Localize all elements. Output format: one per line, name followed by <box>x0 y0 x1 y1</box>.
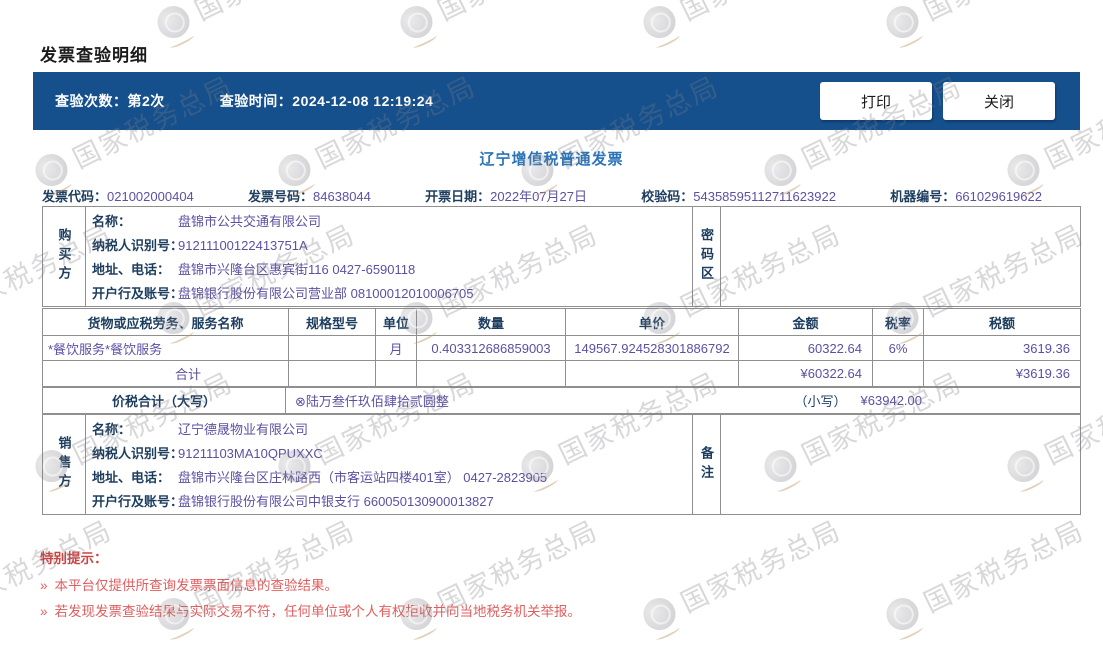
buyer-side-cell: 购买方 <box>42 206 86 307</box>
invoice-number: 发票号码：84638044 <box>248 189 371 204</box>
seller-side-label: 销售方 <box>56 436 72 493</box>
page: 发票查验明细 查验次数： 第2次 查验时间： 2024-12-08 12:19:… <box>0 0 1103 645</box>
item-amount: 60322.64 <box>738 335 873 361</box>
items-header-row: 货物或应税劳务、服务名称 规格型号 单位 数量 单价 金额 税率 税额 <box>42 308 1081 336</box>
item-row: *餐饮服务*餐饮服务 月 0.403312686859003 149567.92… <box>42 335 1081 361</box>
check-count: 查验次数： 第2次 <box>55 91 165 111</box>
topbar-buttons: 打印 关闭 <box>820 82 1055 120</box>
item-unit-price: 149567.924528301886792 <box>565 335 739 361</box>
buyer-side-label: 购买方 <box>56 228 72 285</box>
bullet-icon: » <box>40 578 48 593</box>
items-total-quantity <box>416 360 566 387</box>
col-header-amount: 金额 <box>738 308 873 336</box>
seller-taxid-row: 纳税人识别号：91211103MA10QPUXXC <box>92 446 323 461</box>
close-button[interactable]: 关闭 <box>943 82 1055 120</box>
items-table: 货物或应税劳务、服务名称 规格型号 单位 数量 单价 金额 税率 税额 *餐饮服… <box>42 308 1081 387</box>
buyer-name-row: 名称： 盘锦市公共交通有限公司 <box>92 214 322 229</box>
check-count-label: 查验次数： <box>55 93 128 109</box>
item-tax: 3619.36 <box>923 335 1081 361</box>
machine-number: 机器编号：661029619622 <box>890 189 1042 204</box>
remark-label-cell: 备注 <box>692 414 721 515</box>
items-total-amount: ¥60322.64 <box>738 360 873 387</box>
item-unit: 月 <box>375 335 417 361</box>
notice-item-2: » 若发现发票查验结果与实际交易不符，任何单位或个人有权拒收并向当地税务机关举报。 <box>40 604 582 619</box>
items-total-unit <box>375 360 417 387</box>
seller-side-cell: 销售方 <box>42 414 86 515</box>
seller-name-row: 名称： 辽宁德晟物业有限公司 <box>92 422 309 437</box>
amount-in-words: ⊗陆万叁仟玖佰肆拾贰圆整 <box>295 394 449 409</box>
topbar: 查验次数： 第2次 查验时间： 2024-12-08 12:19:24 打印 关… <box>33 72 1080 130</box>
notice-item-1: » 本平台仅提供所查询发票票面信息的查验结果。 <box>40 578 339 593</box>
amount-numeric-label: （小写） <box>794 394 847 409</box>
items-total-tax: ¥3619.36 <box>923 360 1081 387</box>
check-time: 查验时间： 2024-12-08 12:19:24 <box>220 91 434 111</box>
item-name: *餐饮服务*餐饮服务 <box>42 335 289 361</box>
invoice-meta-row: 发票代码：021002000404 发票号码：84638044 开票日期：202… <box>42 186 1042 205</box>
print-button[interactable]: 打印 <box>820 82 932 120</box>
items-total-row: 合计 ¥60322.64 ¥3619.36 <box>42 360 1081 387</box>
grand-total-label: 价税合计（大写） <box>42 387 286 414</box>
col-header-tax: 税额 <box>923 308 1081 336</box>
password-area-label: 密码区 <box>699 228 714 285</box>
seller-table: 销售方 名称： 辽宁德晟物业有限公司 纳税人识别号：91211103MA10QPU… <box>42 414 1081 515</box>
invoice-title: 辽宁增值税普通发票 <box>479 151 624 168</box>
buyer-taxid-row: 纳税人识别号：91211100122413751A <box>92 238 308 253</box>
items-total-label: 合计 <box>42 360 289 387</box>
notice-title: 特别提示： <box>40 551 108 566</box>
col-header-unit-price: 单价 <box>565 308 739 336</box>
password-area-cell <box>720 206 1081 307</box>
item-tax-rate: 6% <box>872 335 924 361</box>
seller-info-cell: 名称： 辽宁德晟物业有限公司 纳税人识别号：91211103MA10QPUXXC … <box>85 414 693 515</box>
col-header-quantity: 数量 <box>416 308 566 336</box>
remark-label: 备注 <box>699 445 714 484</box>
invoice-code: 发票代码：021002000404 <box>42 189 194 204</box>
password-area-label-cell: 密码区 <box>692 206 721 307</box>
bullet-icon: » <box>40 604 48 619</box>
notice: 特别提示： » 本平台仅提供所查询发票票面信息的查验结果。 » 若发现发票查验结果与… <box>40 547 581 619</box>
page-title: 发票查验明细 <box>40 46 148 65</box>
remark-cell <box>720 414 1081 515</box>
grand-total-table: 价税合计（大写） ⊗陆万叁仟玖佰肆拾贰圆整 （小写） ¥63942.00 <box>42 387 1081 414</box>
grand-total-cell: ⊗陆万叁仟玖佰肆拾贰圆整 （小写） ¥63942.00 <box>285 387 1081 414</box>
col-header-tax-rate: 税率 <box>872 308 924 336</box>
buyer-address-row: 地址、电话： 盘锦市兴隆台区惠宾街116 0427-6590118 <box>92 262 416 277</box>
buyer-info-cell: 名称： 盘锦市公共交通有限公司 纳税人识别号：91211100122413751A… <box>85 206 693 307</box>
item-quantity: 0.403312686859003 <box>416 335 566 361</box>
col-header-name: 货物或应税劳务、服务名称 <box>42 308 289 336</box>
seller-bank-row: 开户行及账号：盘锦银行股份有限公司中银支行 660050130900013827 <box>92 494 494 509</box>
invoice-date: 开票日期：2022年07月27日 <box>425 189 587 204</box>
items-total-unit-price <box>565 360 739 387</box>
items-total-spec <box>288 360 376 387</box>
check-count-value: 第2次 <box>127 93 165 109</box>
col-header-spec: 规格型号 <box>288 308 376 336</box>
item-spec <box>288 335 376 361</box>
check-code: 校验码：54358595112711623922 <box>641 189 836 204</box>
check-time-value: 2024-12-08 12:19:24 <box>292 93 434 109</box>
check-time-label: 查验时间： <box>219 93 293 109</box>
col-header-unit: 单位 <box>375 308 417 336</box>
items-total-tax-rate <box>872 360 924 387</box>
buyer-table: 购买方 名称： 盘锦市公共交通有限公司 纳税人识别号：91211100122413… <box>42 206 1081 307</box>
amount-numeric-value: ¥63942.00 <box>860 393 922 408</box>
seller-address-row: 地址、电话： 盘锦市兴隆台区庄林路西（市客运站四楼401室） 0427-28239… <box>92 470 548 485</box>
buyer-bank-row: 开户行及账号：盘锦银行股份有限公司营业部 08100012010006705 <box>92 286 474 301</box>
